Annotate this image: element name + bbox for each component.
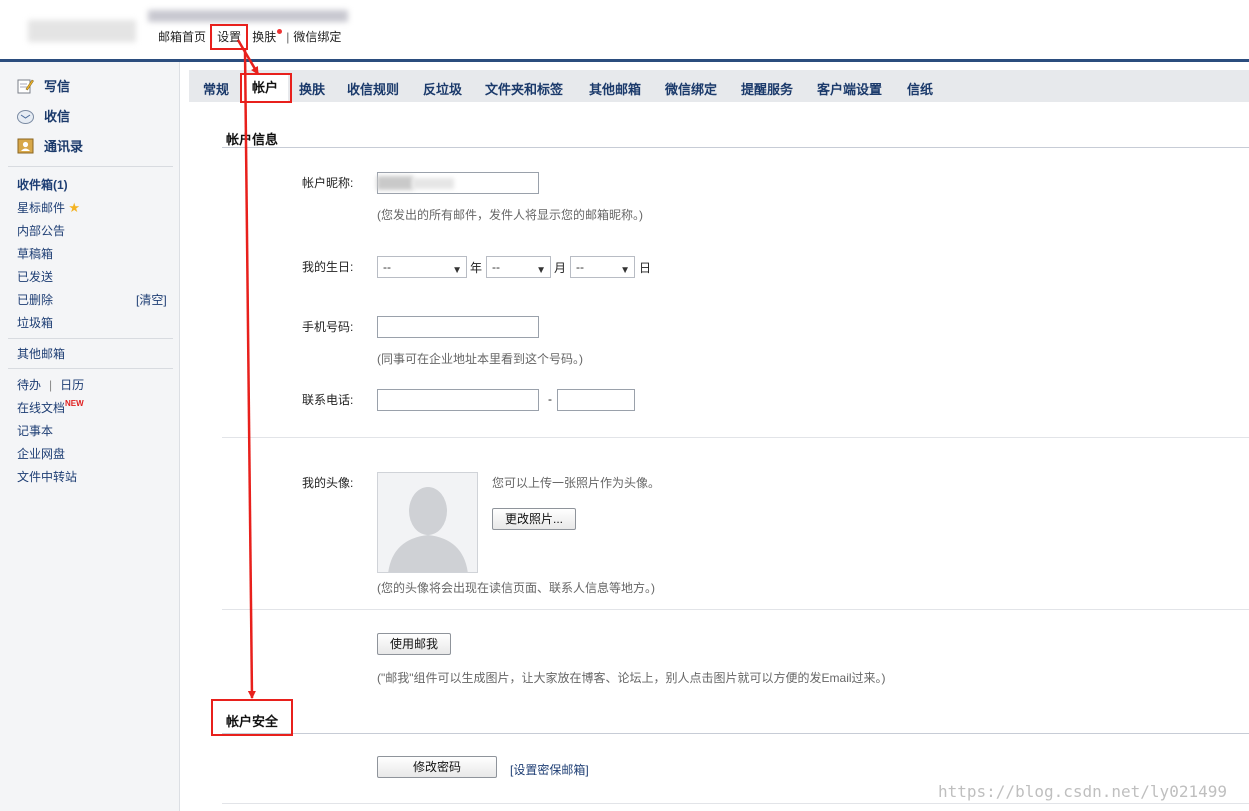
birthday-year-value: -- bbox=[383, 260, 391, 274]
top-nav: 邮箱首页 | 设置 | 换肤 | 微信绑定 bbox=[158, 28, 341, 45]
top-nav-wechat-binding[interactable]: 微信绑定 bbox=[293, 28, 341, 45]
compose-button[interactable]: 写信 bbox=[17, 76, 70, 95]
tab-stationery[interactable]: 信纸 bbox=[907, 79, 933, 98]
top-bar: 邮箱首页 | 设置 | 换肤 | 微信绑定 bbox=[0, 0, 1249, 62]
sidebar-item-drafts[interactable]: 草稿箱 bbox=[17, 245, 53, 262]
star-icon: ★ bbox=[68, 200, 81, 215]
phone-dash: - bbox=[548, 392, 552, 406]
year-unit: 年 bbox=[470, 261, 483, 275]
birthday-label: 我的生日: bbox=[302, 260, 354, 274]
nickname-value-blurred bbox=[377, 176, 413, 190]
use-youwo-button[interactable]: 使用邮我 bbox=[377, 633, 451, 655]
sidebar-item-starred[interactable]: 星标邮件 ★ bbox=[17, 199, 80, 216]
nickname-label: 帐户昵称: bbox=[302, 176, 354, 190]
birthday-day-select[interactable]: -- ▼ bbox=[570, 256, 635, 278]
tab-anti-spam[interactable]: 反垃圾 bbox=[423, 79, 462, 98]
divider bbox=[222, 609, 1249, 610]
youwo-hint: ("邮我"组件可以生成图片，让大家放在博客、论坛上，别人点击图片就可以方便的发E… bbox=[377, 671, 886, 685]
settings-tab-bar: 常规 帐户 换肤 收信规则 反垃圾 文件夹和标签 其他邮箱 微信绑定 提醒服务 … bbox=[189, 70, 1249, 102]
section-title-account-info: 帐户信息 bbox=[226, 132, 279, 147]
top-nav-separator: | bbox=[286, 30, 290, 44]
avatar bbox=[377, 472, 478, 573]
receive-button[interactable]: 收信 bbox=[17, 106, 70, 125]
phone-extension-input[interactable] bbox=[557, 389, 635, 411]
inbox-icon bbox=[17, 108, 34, 124]
avatar-upload-hint: 您可以上传一张照片作为头像。 bbox=[492, 476, 661, 490]
birthday-year-select[interactable]: -- ▼ bbox=[377, 256, 467, 278]
sidebar-item-spam[interactable]: 垃圾箱 bbox=[17, 314, 53, 331]
sidebar-item-todo[interactable]: 待办 bbox=[17, 378, 41, 392]
change-password-button[interactable]: 修改密码 bbox=[377, 756, 497, 778]
sidebar-item-online-docs[interactable]: 在线文档NEW bbox=[17, 399, 84, 416]
nickname-hint: (您发出的所有邮件，发件人将显示您的邮箱昵称。) bbox=[377, 208, 643, 222]
nickname-value-blurred bbox=[412, 178, 454, 189]
top-nav-skin[interactable]: 换肤 bbox=[252, 28, 276, 45]
new-badge: NEW bbox=[65, 399, 84, 408]
sidebar-todo-calendar-row: 待办 | 日历 bbox=[17, 378, 85, 392]
chevron-down-icon: ▼ bbox=[620, 265, 630, 276]
section-divider bbox=[222, 733, 1249, 734]
sidebar-item-notepad[interactable]: 记事本 bbox=[17, 422, 53, 439]
annotation-box-settings bbox=[210, 24, 248, 50]
receive-label: 收信 bbox=[44, 109, 71, 124]
sidebar-item-file-transfer[interactable]: 文件中转站 bbox=[17, 468, 77, 485]
sidebar-divider bbox=[8, 166, 173, 167]
divider bbox=[222, 803, 1249, 804]
top-accent-line bbox=[0, 59, 1249, 62]
chevron-down-icon: ▼ bbox=[452, 265, 462, 276]
avatar-placeholder-icon bbox=[388, 487, 468, 572]
annotation-box-account-tab bbox=[240, 73, 292, 103]
watermark: https://blog.csdn.net/ly021499 bbox=[938, 782, 1227, 801]
set-security-mailbox-link[interactable]: [设置密保邮箱] bbox=[510, 761, 589, 778]
contacts-label: 通讯录 bbox=[44, 139, 84, 154]
compose-icon bbox=[17, 78, 34, 94]
tab-other-mailbox[interactable]: 其他邮箱 bbox=[589, 79, 641, 98]
mobile-hint: (同事可在企业地址本里看到这个号码。) bbox=[377, 352, 583, 366]
tab-reminder[interactable]: 提醒服务 bbox=[741, 79, 793, 98]
clear-deleted-link[interactable]: [清空] bbox=[136, 291, 167, 308]
sidebar-item-netdisk[interactable]: 企业网盘 bbox=[17, 445, 65, 462]
avatar-label: 我的头像: bbox=[302, 476, 354, 490]
phone-input[interactable] bbox=[377, 389, 539, 411]
notification-dot bbox=[277, 29, 283, 34]
sidebar-divider bbox=[8, 338, 173, 339]
divider bbox=[222, 437, 1249, 438]
birthday-day-value: -- bbox=[576, 260, 584, 274]
top-nav-mail-home[interactable]: 邮箱首页 bbox=[158, 28, 206, 45]
change-photo-button[interactable]: 更改照片... bbox=[492, 508, 576, 530]
sidebar-item-starred-label: 星标邮件 bbox=[17, 201, 66, 215]
tab-skin[interactable]: 换肤 bbox=[299, 79, 325, 98]
month-unit: 月 bbox=[554, 261, 567, 275]
contacts-button[interactable]: 通讯录 bbox=[17, 136, 83, 155]
annotation-box-account-security bbox=[211, 699, 293, 736]
section-divider bbox=[222, 147, 1249, 148]
tab-wechat-binding[interactable]: 微信绑定 bbox=[665, 79, 717, 98]
sidebar-item-inbox[interactable]: 收件箱(1) bbox=[17, 176, 68, 193]
tab-general[interactable]: 常规 bbox=[203, 79, 229, 98]
company-logo-blurred bbox=[28, 20, 136, 42]
sidebar-item-online-docs-label: 在线文档 bbox=[17, 401, 66, 415]
phone-label: 联系电话: bbox=[302, 393, 354, 407]
compose-label: 写信 bbox=[44, 79, 71, 94]
sidebar-item-sent[interactable]: 已发送 bbox=[17, 268, 53, 285]
tab-folders-labels[interactable]: 文件夹和标签 bbox=[485, 79, 563, 98]
user-info-blurred bbox=[148, 10, 348, 22]
sidebar-item-announcements[interactable]: 内部公告 bbox=[17, 222, 65, 239]
day-unit: 日 bbox=[639, 261, 652, 275]
sidebar-item-deleted[interactable]: 已删除 bbox=[17, 291, 53, 308]
mobile-input[interactable] bbox=[377, 316, 539, 338]
avatar-hint: (您的头像将会出现在读信页面、联系人信息等地方。) bbox=[377, 581, 655, 595]
sidebar-divider bbox=[8, 368, 173, 369]
sidebar-item-calendar[interactable]: 日历 bbox=[60, 378, 84, 392]
sidebar: 写信 收信 通讯录 收件箱(1) 星标邮件 ★ 内部公告 草稿箱 已发送 已删除… bbox=[0, 62, 180, 811]
birthday-month-value: -- bbox=[492, 260, 500, 274]
birthday-month-select[interactable]: -- ▼ bbox=[486, 256, 551, 278]
chevron-down-icon: ▼ bbox=[536, 265, 546, 276]
tab-receive-rules[interactable]: 收信规则 bbox=[347, 79, 399, 98]
sidebar-item-other-mailbox[interactable]: 其他邮箱 bbox=[17, 345, 65, 362]
tab-client-settings[interactable]: 客户端设置 bbox=[817, 79, 882, 98]
address-book-icon bbox=[17, 138, 34, 154]
mobile-label: 手机号码: bbox=[302, 320, 354, 334]
